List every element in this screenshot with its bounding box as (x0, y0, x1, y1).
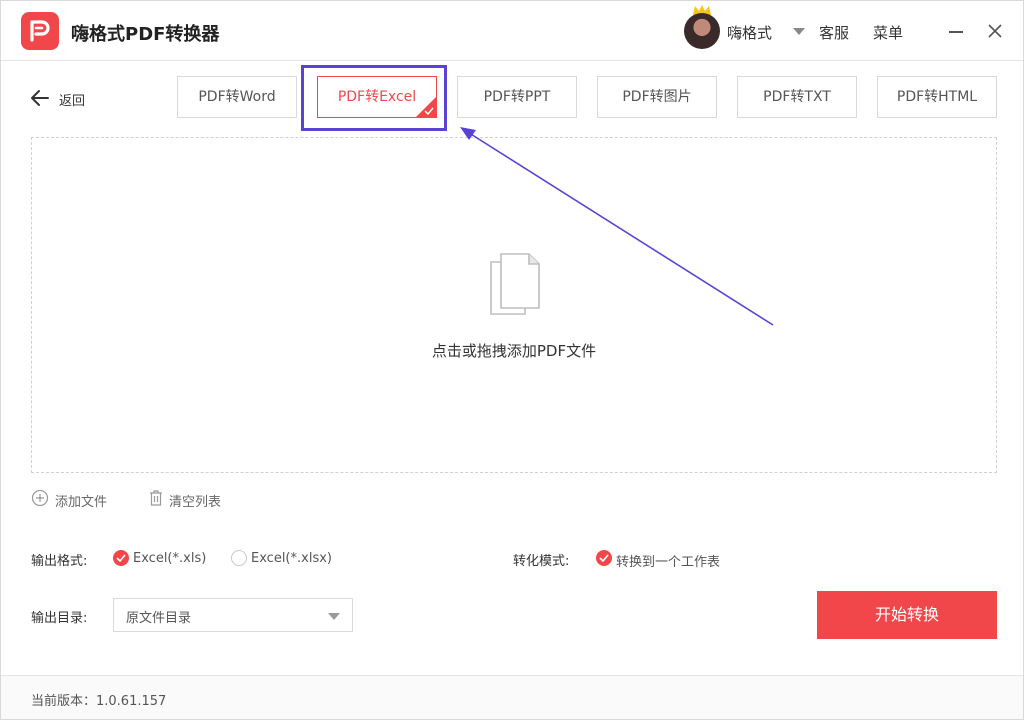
chevron-down-icon[interactable] (793, 28, 805, 35)
plus-circle-icon (31, 489, 49, 507)
tab-pdf-to-ppt[interactable]: PDF转PPT (457, 76, 577, 118)
status-footer: 当前版本：1.0.61.157 (1, 675, 1023, 719)
tab-pdf-to-txt[interactable]: PDF转TXT (737, 76, 857, 118)
minimize-icon[interactable] (949, 31, 963, 33)
annotation-highlight-box (301, 65, 447, 131)
app-window: 嗨格式PDF转换器 嗨格式 客服 菜单 返回 PDF转Word PDF转Exce… (0, 0, 1024, 720)
add-file-button[interactable]: 添加文件 (31, 489, 107, 510)
format-xlsx-label[interactable]: Excel(*.xlsx) (251, 551, 332, 566)
close-icon[interactable] (987, 23, 1003, 39)
output-dir-label: 输出目录: (31, 611, 88, 626)
app-title: 嗨格式PDF转换器 (71, 24, 220, 45)
service-button[interactable]: 客服 (819, 22, 849, 43)
output-dir-select[interactable]: 原文件目录 (113, 598, 353, 632)
start-convert-button[interactable]: 开始转换 (817, 591, 997, 639)
output-format-label: 输出格式: (31, 554, 88, 569)
radio-single-sheet[interactable] (596, 550, 612, 566)
avatar[interactable] (684, 13, 720, 49)
clear-list-button[interactable]: 清空列表 (147, 489, 221, 510)
single-sheet-label[interactable]: 转换到一个工作表 (616, 551, 720, 570)
tab-pdf-to-image[interactable]: PDF转图片 (597, 76, 717, 118)
annotation-arrow (460, 127, 774, 326)
username[interactable]: 嗨格式 (727, 22, 772, 43)
version-text: 当前版本：1.0.61.157 (31, 694, 167, 709)
clear-list-label: 清空列表 (169, 495, 222, 510)
output-dir-value: 原文件目录 (126, 611, 192, 626)
trash-icon (150, 490, 162, 506)
pdf-logo-icon (21, 12, 59, 50)
radio-xlsx[interactable] (231, 550, 247, 566)
back-label: 返回 (59, 94, 86, 109)
menu-button[interactable]: 菜单 (873, 22, 903, 43)
add-file-label: 添加文件 (55, 495, 108, 510)
radio-xls[interactable] (113, 550, 129, 566)
tab-pdf-to-html[interactable]: PDF转HTML (877, 76, 997, 118)
chevron-down-icon (328, 613, 340, 620)
tab-pdf-to-word[interactable]: PDF转Word (177, 76, 297, 118)
drop-hint-text: 点击或拖拽添加PDF文件 (431, 342, 597, 360)
format-xls-label[interactable]: Excel(*.xls) (133, 551, 206, 566)
title-bar: 嗨格式PDF转换器 嗨格式 客服 菜单 (1, 1, 1023, 61)
arrow-left-icon (31, 90, 49, 106)
conversion-mode-label: 转化模式: (513, 554, 570, 569)
